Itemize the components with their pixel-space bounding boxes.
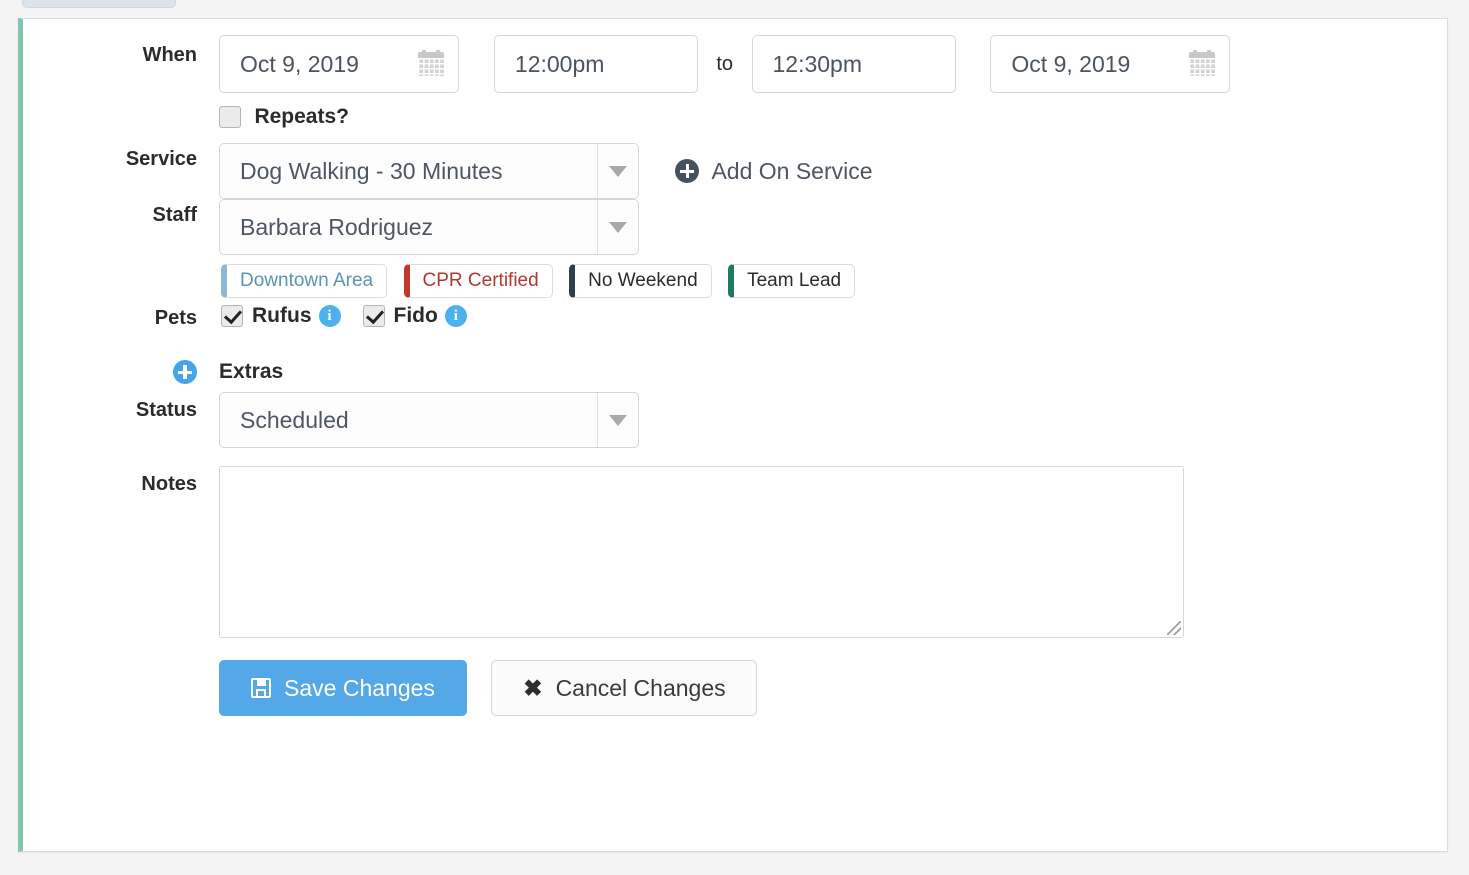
staff-tag-list: Downtown Area CPR Certified No Weekend T… [219,255,1447,298]
when-fields: Oct 9, 2019 12:00pm to 12:30pm Oct 9, 20… [219,35,1447,93]
cut-off-control-fragment[interactable] [22,0,176,8]
end-date-input[interactable]: Oct 9, 2019 [990,35,1231,93]
notes-textarea[interactable] [219,466,1184,638]
calendar-icon[interactable] [1189,50,1216,76]
start-time-input[interactable]: 12:00pm [493,35,698,93]
start-time-value: 12:00pm [514,50,605,77]
appointment-edit-card: When Oct 9, 2019 12:00pm to 12:30pm Oct … [18,18,1448,852]
staff-value: Barbara Rodriguez [240,213,434,240]
calendar-icon[interactable] [418,50,444,76]
repeats-row: Repeats? [23,93,1447,143]
chevron-down-icon[interactable] [597,144,638,198]
notes-label: Notes [141,473,197,495]
add-on-service-button[interactable]: Add On Service [675,143,873,199]
chevron-down-icon[interactable] [597,393,638,447]
pet-item: Fido i [362,304,467,328]
staff-tag: CPR Certified [403,264,553,298]
info-icon[interactable]: i [444,305,467,327]
pet-checkbox-fido[interactable] [362,305,385,327]
pet-name: Rufus [252,304,312,327]
pets-field: Rufus i Fido i [219,298,1447,328]
resize-handle[interactable] [1167,621,1181,635]
status-label: Status [135,399,197,421]
service-value: Dog Walking - 30 Minutes [240,157,503,184]
cancel-changes-label: Cancel Changes [555,674,726,701]
end-time-input[interactable]: 12:30pm [751,35,956,93]
floppy-disk-icon [251,678,272,698]
when-label: When [142,44,197,66]
plus-circle-icon[interactable] [173,360,197,384]
service-label: Service [125,148,197,170]
service-select[interactable]: Dog Walking - 30 Minutes [219,143,639,199]
staff-row: Staff Barbara Rodriguez Downtown Area CP… [23,199,1447,298]
staff-tag: Team Lead [728,264,856,298]
staff-select[interactable]: Barbara Rodriguez [219,199,639,255]
cancel-changes-button[interactable]: ✖ Cancel Changes [491,660,758,716]
status-row: Status Scheduled [23,392,1447,448]
appointment-form: When Oct 9, 2019 12:00pm to 12:30pm Oct … [23,19,1447,716]
staff-field: Barbara Rodriguez Downtown Area CPR Cert… [219,199,1447,298]
chevron-down-icon[interactable] [597,200,638,254]
notes-field: Save Changes ✖ Cancel Changes [219,466,1447,716]
repeats-field: Repeats? [219,105,1447,129]
repeats-label: Repeats? [254,105,349,128]
form-actions: Save Changes ✖ Cancel Changes [219,638,1447,716]
end-time-value: 12:30pm [772,50,863,77]
add-on-service-label: Add On Service [711,157,873,184]
extras-row[interactable]: Extras [23,330,1447,392]
repeats-checkbox[interactable] [219,106,241,128]
time-range-separator: to [716,53,734,75]
staff-tag: Downtown Area [221,264,388,298]
extras-label: Extras [219,360,284,383]
status-value: Scheduled [240,406,349,433]
staff-tag: No Weekend [569,264,712,298]
plus-circle-icon [675,159,700,183]
extras-icon-wrap [23,360,219,384]
save-changes-label: Save Changes [284,674,435,701]
status-field: Scheduled [219,392,1447,448]
pet-name: Fido [393,304,438,327]
service-field: Dog Walking - 30 Minutes Add On Service [219,143,1447,199]
end-date-value: Oct 9, 2019 [1011,50,1131,77]
pets-list: Rufus i Fido i [219,298,1447,328]
start-date-input[interactable]: Oct 9, 2019 [219,35,459,93]
when-row: When Oct 9, 2019 12:00pm to 12:30pm Oct … [23,35,1447,93]
start-date-value: Oct 9, 2019 [240,50,359,77]
staff-label: Staff [152,204,197,226]
notes-row: Notes Save Changes ✖ Cancel Changes [23,466,1447,716]
info-icon[interactable]: i [318,305,341,327]
service-row: Service Dog Walking - 30 Minutes Add On … [23,143,1447,199]
status-select[interactable]: Scheduled [219,392,639,448]
pets-row: Pets Rufus i Fido i [23,298,1447,330]
pets-label: Pets [154,307,197,329]
pet-item: Rufus i [221,304,341,328]
save-changes-button[interactable]: Save Changes [219,660,467,716]
pet-checkbox-rufus[interactable] [221,305,243,327]
x-mark-icon: ✖ [523,674,543,701]
